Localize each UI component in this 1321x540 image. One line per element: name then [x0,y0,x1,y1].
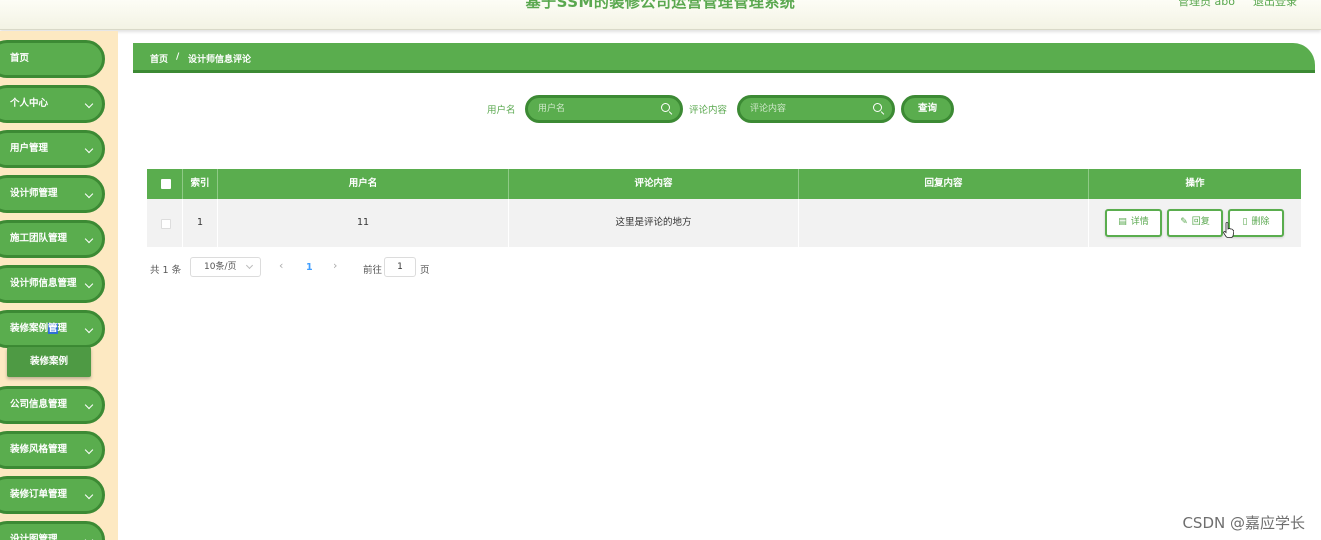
sidebar: 首页 个人中心 用户管理 设计师管理 施工团队管理 设计师信息管理 装修案例管理… [0,31,118,540]
sidebar-item-designer-info[interactable]: 设计师信息管理 [0,265,105,303]
sidebar-item-case-management[interactable]: 装修案例管理 [0,310,105,348]
sidebar-item-label: 装修风格管理 [10,444,68,455]
delete-button[interactable]: ▯ 删除 [1228,209,1284,237]
top-header: 基于SSM的装修公司运营管理管理系统 管理员 abo 退出登录 [0,0,1321,30]
select-all-checkbox[interactable] [161,179,171,189]
reply-button-label: 回复 [1191,217,1210,227]
row-select-cell [147,199,183,247]
comment-search-field[interactable] [737,95,895,123]
detail-button-label: 详情 [1130,217,1149,227]
submenu-item-decoration-case[interactable]: 装修案例 [7,347,91,377]
sidebar-item-construction-team[interactable]: 施工团队管理 [0,220,105,258]
table-row: 1 11 这里是评论的地方 ▤ 详情 ✎ 回复 ▯ 删除 [147,199,1301,247]
trash-icon: ▯ [1242,217,1248,227]
label-part: 理 [57,323,68,334]
username-input[interactable] [538,102,648,116]
sidebar-item-company-info[interactable]: 公司信息管理 [0,386,105,424]
sidebar-item-label: 设计师管理 [10,188,58,199]
sidebar-item-label: 装修订单管理 [10,489,68,500]
chevron-down-icon [84,279,94,289]
admin-user-label: 管理员 abo [1178,0,1235,8]
chevron-down-icon [84,234,94,244]
sidebar-item-label: 设计图管理 [10,534,58,540]
edit-icon: ✎ [1180,217,1188,227]
header-comment: 评论内容 [509,169,799,199]
username-search-field[interactable] [525,95,683,123]
header-select-cell [147,169,183,199]
cell-actions: ▤ 详情 ✎ 回复 ▯ 删除 [1089,199,1301,247]
chevron-down-icon [84,99,94,109]
sidebar-item-label: 个人中心 [10,98,49,109]
logout-link[interactable]: 退出登录 [1253,0,1297,9]
prev-page-button[interactable]: ‹ [279,259,283,272]
sidebar-item-user-management[interactable]: 用户管理 [0,130,105,168]
breadcrumb-separator: / [176,52,180,62]
sidebar-item-design-drawing[interactable]: 设计图管理 [0,521,105,540]
sidebar-item-designer-management[interactable]: 设计师管理 [0,175,105,213]
sidebar-item-label: 装修案例管理 [10,313,67,345]
breadcrumb-current: 设计师信息评论 [188,55,252,65]
breadcrumb: 首页 / 设计师信息评论 [133,43,1315,73]
sidebar-item-style-management[interactable]: 装修风格管理 [0,431,105,469]
row-checkbox[interactable] [161,219,171,229]
username-label: 用户名 [487,105,516,116]
sidebar-item-label: 首页 [10,53,30,64]
cell-comment: 这里是评论的地方 [509,199,799,247]
selected-text: 管 [48,323,58,334]
sidebar-item-label: 公司信息管理 [10,399,68,410]
next-page-button[interactable]: › [333,259,337,272]
chevron-down-icon [84,144,94,154]
chevron-down-icon [245,261,254,270]
cell-index: 1 [183,199,218,247]
cell-username: 11 [218,199,509,247]
header-username: 用户名 [218,169,509,199]
csdn-watermark: CSDN @嘉应学长 [1182,514,1305,532]
search-icon [873,103,882,112]
goto-page-input[interactable]: 1 [384,257,416,277]
reply-button[interactable]: ✎ 回复 [1167,209,1223,237]
sidebar-item-order-management[interactable]: 装修订单管理 [0,476,105,514]
table-header: 索引 用户名 评论内容 回复内容 操作 [147,169,1301,199]
page-size-select[interactable]: 10条/页 [190,257,261,277]
sidebar-item-label: 设计师信息管理 [10,278,77,289]
chevron-down-icon [84,535,94,540]
document-icon: ▤ [1118,217,1127,227]
page-suffix: 页 [420,265,430,276]
sidebar-item-label: 用户管理 [10,143,49,154]
current-page-number[interactable]: 1 [306,262,313,273]
chevron-down-icon [84,189,94,199]
detail-button[interactable]: ▤ 详情 [1105,209,1162,237]
header-index: 索引 [183,169,218,199]
header-actions: 操作 [1185,178,1205,189]
pagination-total: 共 1 条 [150,265,182,276]
chevron-down-icon [84,400,94,410]
header-reply: 回复内容 [799,169,1089,199]
goto-label: 前往 [363,265,383,276]
breadcrumb-home[interactable]: 首页 [150,52,168,65]
app-title: 基于SSM的装修公司运营管理管理系统 [525,0,796,11]
page-size-value: 10条/页 [204,262,237,272]
cell-reply [799,199,1089,247]
search-icon [661,103,670,112]
sidebar-item-label: 施工团队管理 [10,233,68,244]
chevron-down-icon [84,490,94,500]
chevron-down-icon [84,445,94,455]
label-part: 装修案例 [10,323,49,334]
delete-button-label: 删除 [1251,217,1270,227]
sidebar-item-personal-center[interactable]: 个人中心 [0,85,105,123]
hand-cursor-icon [1223,222,1234,238]
query-button[interactable]: 查询 [901,95,954,123]
comment-input[interactable] [750,102,860,116]
comment-label: 评论内容 [689,105,728,116]
chevron-down-icon [84,324,94,334]
sidebar-item-home[interactable]: 首页 [0,40,105,78]
